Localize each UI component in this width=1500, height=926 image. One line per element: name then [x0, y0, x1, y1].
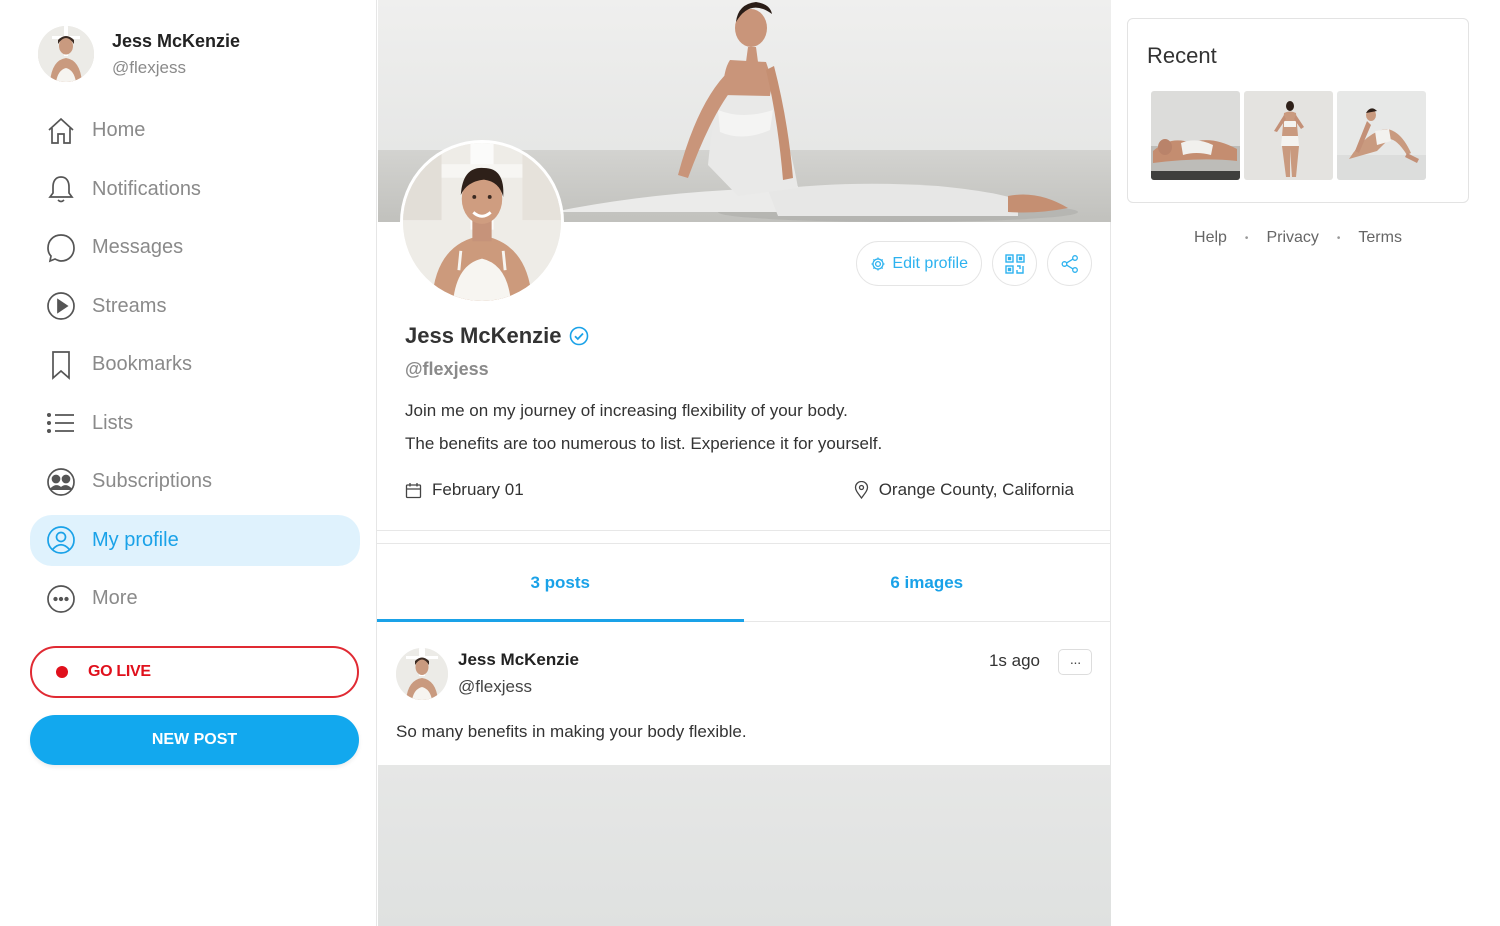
nav-item-home[interactable]: Home	[30, 105, 360, 156]
user-circle-icon	[44, 523, 78, 557]
profile-bio-line: The benefits are too numerous to list. E…	[405, 434, 883, 453]
qr-code-button[interactable]	[992, 241, 1037, 286]
play-circle-icon	[44, 289, 78, 323]
footer-link-privacy[interactable]: Privacy	[1266, 229, 1318, 247]
profile-avatar[interactable]	[400, 140, 564, 304]
nav-item-notifications[interactable]: Notifications	[30, 164, 360, 215]
avatar[interactable]	[38, 26, 94, 82]
profile-handle: @flexjess	[405, 359, 489, 379]
nav-label: Lists	[92, 411, 134, 434]
profile-actions: Edit profile	[856, 241, 1092, 286]
footer-link-help[interactable]: Help	[1194, 229, 1227, 247]
live-dot-icon	[56, 666, 68, 678]
post-text: So many benefits in making your body fle…	[396, 722, 747, 741]
joined-date: February 01	[432, 480, 524, 499]
location-text: Orange County, California	[878, 480, 1074, 499]
post-header: Jess McKenzie @flexjess	[396, 648, 579, 700]
profile-location: Orange County, California	[854, 480, 1074, 500]
list-icon	[44, 406, 78, 440]
nav-item-messages[interactable]: Messages	[30, 222, 360, 273]
nav-label: Streams	[92, 294, 167, 317]
user-name: Jess McKenzie	[112, 30, 241, 51]
nav-label: Messages	[92, 236, 184, 258]
profile-name-text: Jess McKenzie	[405, 323, 562, 348]
footer-links: Help • Privacy • Terms	[1127, 229, 1469, 247]
subscriptions-icon	[44, 465, 78, 499]
verified-icon	[569, 326, 588, 346]
main-nav: Home Notifications Messages Streams Book…	[30, 105, 360, 632]
profile-bio-line: Join me on my journey of increasing flex…	[405, 401, 848, 420]
location-pin-icon	[854, 481, 868, 499]
qr-code-icon	[1004, 253, 1025, 274]
tab-posts[interactable]: 3 posts	[377, 545, 744, 622]
dot-separator: •	[1244, 232, 1249, 244]
nav-item-more[interactable]: More	[30, 573, 360, 624]
go-live-button[interactable]: GO LIVE	[30, 646, 359, 698]
edit-profile-button[interactable]: Edit profile	[856, 241, 982, 286]
new-post-button[interactable]: NEW POST	[30, 715, 359, 765]
nav-label: Home	[92, 119, 146, 141]
profile-name: Jess McKenzie	[405, 323, 589, 349]
nav-item-bookmarks[interactable]: Bookmarks	[30, 339, 360, 390]
more-circle-icon	[44, 582, 78, 616]
recent-title: Recent	[1147, 43, 1217, 68]
tab-images[interactable]: 6 images	[744, 545, 1111, 621]
gear-icon	[871, 257, 885, 270]
nav-label: More	[92, 587, 138, 609]
post-author-handle[interactable]: @flexjess	[458, 677, 579, 697]
go-live-label: GO LIVE	[88, 663, 151, 680]
divider	[377, 530, 1110, 544]
profile-main: Edit profile Jess McKenzie @flexjess Joi…	[376, 0, 1111, 926]
home-icon	[44, 114, 78, 148]
nav-label: Notifications	[92, 177, 201, 200]
recent-thumbnails	[1151, 91, 1426, 180]
post-more-button[interactable]: ···	[1058, 649, 1092, 675]
profile-tabs: 3 posts 6 images	[377, 545, 1110, 622]
post-author-name[interactable]: Jess McKenzie	[458, 650, 579, 670]
dot-separator: •	[1336, 232, 1341, 244]
post-author-avatar[interactable]	[396, 648, 448, 700]
footer-link-terms[interactable]: Terms	[1358, 229, 1402, 247]
nav-item-my-profile[interactable]: My profile	[30, 514, 360, 566]
recent-thumbnail[interactable]	[1244, 91, 1333, 180]
nav-label: My profile	[92, 528, 179, 551]
recent-card: Recent	[1127, 18, 1469, 203]
recent-thumbnail[interactable]	[1337, 91, 1426, 180]
share-icon	[1061, 254, 1078, 273]
share-button[interactable]	[1047, 241, 1092, 286]
profile-joined: February 01	[405, 480, 524, 500]
post-media-image[interactable]	[378, 765, 1111, 926]
post-timestamp: 1s ago	[988, 651, 1040, 670]
calendar-icon	[405, 482, 422, 498]
nav-label: Bookmarks	[92, 353, 193, 375]
user-handle: @flexjess	[112, 57, 186, 77]
recent-thumbnail[interactable]	[1151, 91, 1240, 180]
nav-label: Subscriptions	[92, 470, 213, 492]
nav-item-subscriptions[interactable]: Subscriptions	[30, 456, 360, 507]
edit-profile-label: Edit profile	[892, 254, 968, 272]
bookmark-icon	[44, 348, 78, 382]
nav-item-streams[interactable]: Streams	[30, 281, 360, 332]
chat-bubble-icon	[44, 231, 78, 265]
bell-icon	[44, 172, 78, 206]
nav-item-lists[interactable]: Lists	[30, 398, 360, 449]
current-user[interactable]: Jess McKenzie @flexjess	[38, 26, 240, 82]
left-sidebar: Jess McKenzie @flexjess Home Notificatio…	[0, 0, 376, 926]
